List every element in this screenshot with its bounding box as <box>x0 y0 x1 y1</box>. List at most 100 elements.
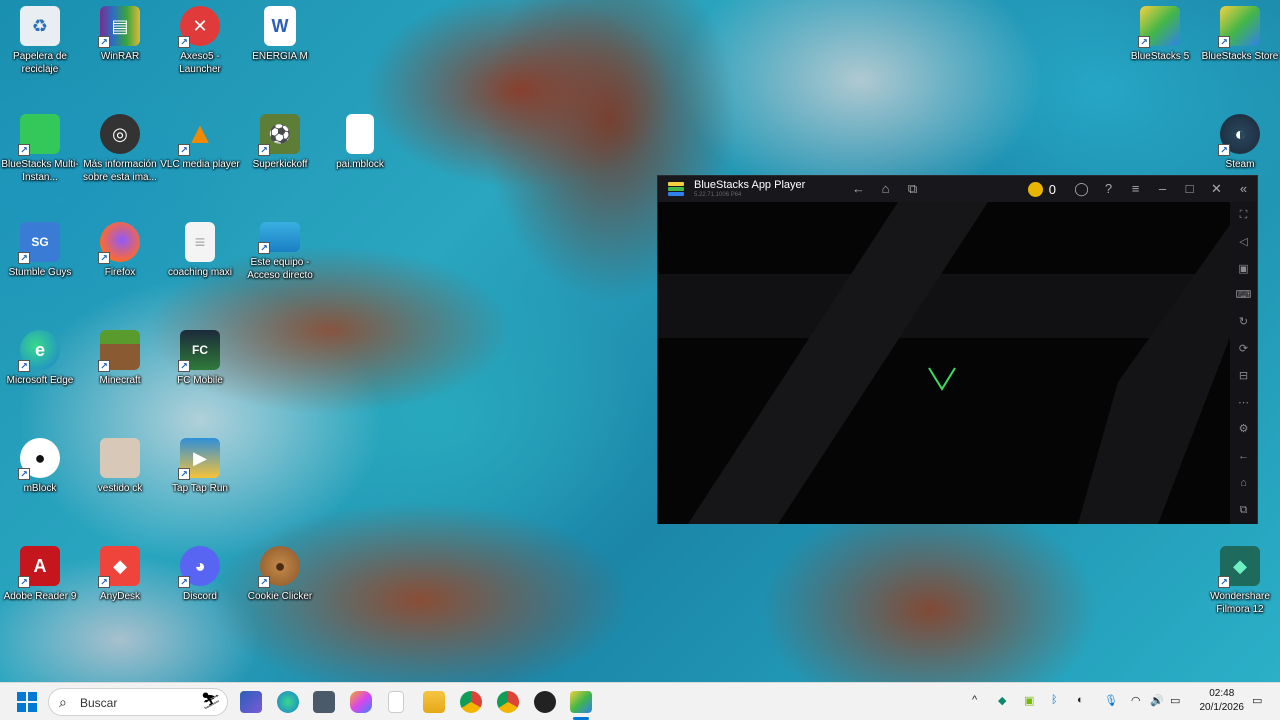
loading-background <box>658 202 1232 524</box>
desktop-icon-minecraft[interactable]: ↗ Minecraft <box>80 324 160 387</box>
mblock-panda-icon: ● ↗ <box>18 438 60 480</box>
eco-mode-icon[interactable]: ⊟ <box>1230 363 1257 390</box>
volume-icon[interactable]: 🔊 <box>1150 694 1164 707</box>
bluestacks-icon: ↗ <box>1138 6 1180 48</box>
desktop-icon-cookie-clicker[interactable]: ● ↗ Cookie Clicker <box>240 540 320 603</box>
tray-app-icon[interactable]: ◆ <box>998 694 1006 707</box>
bluestacks-window: BlueStacks App Player 5.22.71.1006 P64 ←… <box>657 175 1258 524</box>
desktop-icon-filmora[interactable]: ◆ ↗ Wondershare Filmora 12 <box>1200 540 1280 616</box>
desktop-icon-steam[interactable]: ◐ ↗ Steam <box>1200 108 1280 171</box>
more-options-icon[interactable]: ⋯ <box>1230 390 1257 417</box>
coin-icon[interactable] <box>1027 181 1043 197</box>
desktop-icon-vestido-ck[interactable]: vestido ck <box>80 432 160 495</box>
file-explorer-icon[interactable] <box>423 691 445 713</box>
steam-icon: ◐ ↗ <box>1218 114 1260 156</box>
chrome-profile-icon[interactable] <box>497 691 519 713</box>
sidebar-recents-icon[interactable]: ⧉ <box>1230 497 1257 524</box>
search-input[interactable]: ⌕ Buscar ⛷ <box>48 688 228 716</box>
desktop: ♻ Papelera de reciclaje ↗ BlueStacks Mul… <box>0 0 1280 682</box>
collapse-sidebar-icon[interactable]: « <box>1230 176 1257 202</box>
task-view-icon[interactable] <box>240 691 262 713</box>
image-info-icon: ◎ <box>100 114 140 154</box>
minimize-icon[interactable]: – <box>1149 176 1176 202</box>
desktop-icon-discord[interactable]: ◕ ↗ Discord <box>160 540 240 603</box>
desktop-icon-fc-mobile[interactable]: FC ↗ FC Mobile <box>160 324 240 387</box>
bluetooth-icon[interactable]: ᛒ <box>1051 694 1058 706</box>
file-icon <box>346 114 374 154</box>
bluestacks-taskbar-icon[interactable] <box>570 691 592 713</box>
coin-count: 0 <box>1048 181 1056 197</box>
desktop-icon-image-info[interactable]: ◎ Más información sobre esta ima... <box>80 108 160 184</box>
recycle-bin-icon: ♻ <box>20 6 60 46</box>
account-icon[interactable]: ◯ <box>1068 176 1095 202</box>
emulator-screen[interactable] <box>658 202 1232 524</box>
desktop-icon-stumble-guys[interactable]: SG ↗ Stumble Guys <box>0 216 80 279</box>
home-icon[interactable]: ⌂ <box>872 176 899 202</box>
document-icon: ≡ <box>185 222 215 262</box>
adobe-reader-icon: A ↗ <box>18 546 60 588</box>
menu-icon[interactable]: ≡ <box>1122 176 1149 202</box>
steam-tray-icon[interactable]: ◐ <box>1077 694 1084 706</box>
fc-mobile-icon: FC ↗ <box>178 330 220 372</box>
windows-start-icon[interactable] <box>16 691 38 713</box>
fullscreen-icon[interactable]: ⛶ <box>1230 202 1257 229</box>
sync-icon[interactable]: ⟳ <box>1230 336 1257 363</box>
desktop-icon-microsoft-edge[interactable]: e ↗ Microsoft Edge <box>0 324 80 387</box>
close-icon[interactable]: ✕ <box>1203 176 1230 202</box>
stumble-guys-icon: SG ↗ <box>18 222 60 264</box>
calculator-icon[interactable] <box>313 691 335 713</box>
wifi-icon[interactable]: ◠ <box>1131 694 1141 707</box>
desktop-icon-tap-tap-run[interactable]: ▶ ↗ Tap Tap Run <box>160 432 240 495</box>
notifications-icon[interactable]: ▭ <box>1252 694 1262 707</box>
bluestacks-titlebar[interactable]: BlueStacks App Player 5.22.71.1006 P64 ←… <box>658 176 1257 202</box>
desktop-icon-adobe-reader[interactable]: A ↗ Adobe Reader 9 <box>0 540 80 603</box>
bluestacks-multi-instance-icon: ↗ <box>18 114 60 156</box>
roblox-icon[interactable] <box>534 691 556 713</box>
rotate-icon[interactable]: ↻ <box>1230 309 1257 336</box>
settings-gear-icon[interactable]: ⚙ <box>1230 416 1257 443</box>
recent-apps-icon[interactable]: ⧉ <box>899 176 926 202</box>
desktop-icon-anydesk[interactable]: ◆ ↗ AnyDesk <box>80 540 160 603</box>
winrar-icon: ▤ ↗ <box>98 6 140 48</box>
desktop-icon-winrar[interactable]: ▤ ↗ WinRAR <box>80 0 160 63</box>
blank-file-icon[interactable] <box>388 691 404 713</box>
edge-taskbar-icon[interactable] <box>277 691 299 713</box>
axeso5-icon: ✕ ↗ <box>178 6 220 48</box>
desktop-icon-pai-mblock[interactable]: pai.mblock <box>320 108 400 171</box>
screen-record-icon[interactable]: ▣ <box>1230 256 1257 283</box>
clock[interactable]: 02:48 20/1/2026 <box>1200 687 1245 715</box>
desktop-icon-mblock[interactable]: ● ↗ mBlock <box>0 432 80 495</box>
desktop-icon-este-equipo[interactable]: ↗ Este equipo - Acceso directo <box>240 216 320 282</box>
back-arrow-icon[interactable]: ← <box>845 176 872 202</box>
sidebar-home-icon[interactable]: ⌂ <box>1230 470 1257 497</box>
desktop-icon-bluestacks-store[interactable]: ↗ BlueStacks Store <box>1200 0 1280 63</box>
chrome-icon[interactable] <box>460 691 482 713</box>
sidebar-back-icon[interactable]: ← <box>1230 443 1257 470</box>
computer-icon: ↗ <box>258 222 300 254</box>
copilot-icon[interactable] <box>350 691 372 713</box>
desktop-icon-coaching-maxi[interactable]: ≡ coaching maxi <box>160 216 240 279</box>
nvidia-icon[interactable]: ▣ <box>1024 694 1034 707</box>
desktop-icon-bluestacks-5[interactable]: ↗ BlueStacks 5 <box>1120 0 1200 63</box>
volume-icon[interactable]: ◁ <box>1230 229 1257 256</box>
date-label: 20/1/2026 <box>1199 702 1245 713</box>
desktop-icon-bluestacks-multi-instance[interactable]: ↗ BlueStacks Multi-Instan... <box>0 108 80 184</box>
battery-icon[interactable]: ▭ <box>1170 694 1180 707</box>
search-highlight-icon: ⛷ <box>200 693 221 710</box>
maximize-icon[interactable]: □ <box>1176 176 1203 202</box>
keyboard-icon[interactable]: ⌨ <box>1230 282 1257 309</box>
desktop-icon-firefox[interactable]: ↗ Firefox <box>80 216 160 279</box>
help-icon[interactable]: ? <box>1095 176 1122 202</box>
superkickoff-icon: ⚽ ↗ <box>258 114 300 156</box>
desktop-icon-energia-m[interactable]: W ENERGIA M <box>240 0 320 63</box>
desktop-icon-vlc[interactable]: ▲ ↗ VLC media player <box>160 108 240 171</box>
tray-overflow-icon[interactable]: ^ <box>972 694 977 706</box>
desktop-icon-superkickoff[interactable]: ⚽ ↗ Superkickoff <box>240 108 320 171</box>
vestido-image-icon <box>100 438 140 478</box>
tap-tap-run-icon: ▶ ↗ <box>178 438 220 480</box>
taskbar: ⌕ Buscar ⛷ ^ ◆ ▣ ᛒ ◐ 🎙 ◠ 🔊 ▭ 02:48 20/1/… <box>0 682 1280 720</box>
desktop-icon-recycle-bin[interactable]: ♻ Papelera de reciclaje <box>0 0 80 76</box>
microphone-icon[interactable]: 🎙 <box>1104 694 1118 707</box>
desktop-icon-axeso5[interactable]: ✕ ↗ Axeso5 - Launcher <box>160 0 240 76</box>
search-icon: ⌕ <box>59 694 67 710</box>
